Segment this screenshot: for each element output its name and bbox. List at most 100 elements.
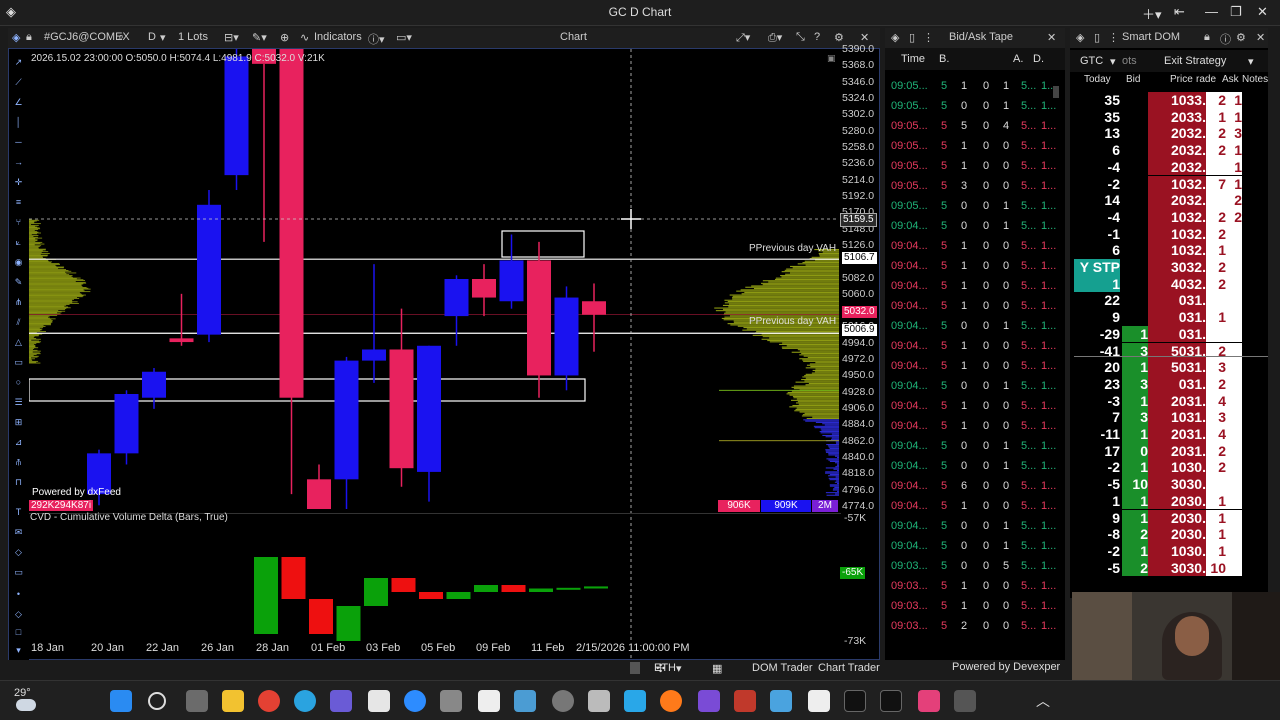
dom-lock-icon[interactable]: ▯ <box>1094 31 1100 44</box>
dom-col-notes[interactable]: Notes <box>1242 74 1268 85</box>
note-tool-icon[interactable]: ✉ <box>13 527 24 538</box>
dom-lock2-icon[interactable]: 🔒︎ <box>1204 31 1210 44</box>
lots-select[interactable]: 1 Lots <box>178 31 208 43</box>
app-icon-3[interactable] <box>588 690 610 712</box>
arrow-tool-icon[interactable]: → <box>13 157 24 168</box>
cloud-icon[interactable] <box>16 699 36 711</box>
tape-row[interactable]: 09:05... 5 1 0 1 5... 1... <box>891 76 1041 96</box>
dom-row[interactable]: 9 031. 1 <box>1074 309 1240 326</box>
dom-row[interactable]: 6 1032. 1 <box>1074 242 1240 259</box>
tape-col-time[interactable]: Time <box>901 53 925 65</box>
cross-tool-icon[interactable]: ✛ <box>13 177 24 188</box>
dom-row[interactable]: Y STP 3032. 2 <box>1074 259 1240 276</box>
tape-row[interactable]: 09:04... 5 1 0 0 5... 1... <box>891 356 1041 376</box>
firefox-icon[interactable] <box>660 690 682 712</box>
tape-row[interactable]: 09:04... 5 1 0 0 5... 1... <box>891 236 1041 256</box>
period-select[interactable]: D <box>148 31 156 43</box>
session-select[interactable]: ETH <box>654 662 676 674</box>
trading-platform-icon[interactable] <box>624 690 646 712</box>
tape-row[interactable]: 09:03... 5 0 0 5 5... 1... <box>891 556 1041 576</box>
tape-row[interactable]: 09:04... 5 1 0 0 5... 1... <box>891 416 1041 436</box>
pin-icon[interactable]: ⇤ <box>1174 4 1185 20</box>
dom-info-icon[interactable]: ⓘ <box>1220 31 1231 47</box>
horizontal-line-tool-icon[interactable]: ─ <box>13 137 24 148</box>
template-icon[interactable]: ▭▾ <box>396 31 412 44</box>
dom-row[interactable]: -5 10 3030. <box>1074 476 1240 493</box>
tape-row[interactable]: 09:04... 5 6 0 0 5... 1... <box>891 476 1041 496</box>
dom-row[interactable]: 20 1 5031. 3 <box>1074 359 1240 376</box>
dom-row[interactable]: -4 2032. 1 <box>1074 159 1240 176</box>
tape-col-a[interactable]: A. <box>1013 53 1023 65</box>
dom-row[interactable]: -2 1 1030. 2 <box>1074 459 1240 476</box>
expand-icon[interactable]: ⤡ <box>796 31 805 44</box>
trend-line-tool-icon[interactable]: ⟋ <box>13 77 24 88</box>
app-icon-4[interactable] <box>698 690 720 712</box>
calculator-icon[interactable] <box>514 690 536 712</box>
tif-chevron-icon[interactable]: ▾ <box>1110 55 1116 68</box>
gann-tool-icon[interactable]: ⊿ <box>13 437 24 448</box>
period-chevron-icon[interactable]: ▾ <box>160 31 166 44</box>
dom-trader-tab[interactable]: DOM Trader <box>752 662 813 674</box>
start-icon[interactable] <box>110 690 132 712</box>
app-icon-2[interactable] <box>552 690 574 712</box>
triangle-tool-icon[interactable]: △ <box>13 337 24 348</box>
dom-row[interactable]: 6 2032. 2 1 <box>1074 142 1240 159</box>
dom-row[interactable]: 1 4032. 2 <box>1074 276 1240 293</box>
pitchfork-tool-icon[interactable]: ⫚ <box>13 457 24 468</box>
tape-row[interactable]: 09:04... 5 1 0 0 5... 1... <box>891 276 1041 296</box>
tape-row[interactable]: 09:04... 5 0 0 1 5... 1... <box>891 536 1041 556</box>
text-tool-icon[interactable]: T <box>13 507 24 518</box>
dom-row[interactable]: 35 2033. 1 1 <box>1074 109 1240 126</box>
dom-row[interactable]: -2 1032. 7 1 <box>1074 176 1240 193</box>
tape-row[interactable]: 09:05... 5 1 0 0 5... 1... <box>891 156 1041 176</box>
tape-row[interactable]: 09:04... 5 1 0 0 5... 1... <box>891 256 1041 276</box>
dom-row[interactable]: 23 3 031. 2 <box>1074 376 1240 393</box>
tape-row[interactable]: 09:04... 5 0 0 1 5... 1... <box>891 216 1041 236</box>
close-icon[interactable]: ✕ <box>1257 4 1268 20</box>
app-icon-5[interactable] <box>770 690 792 712</box>
dom-menu-icon[interactable]: ⋮ <box>1108 31 1119 44</box>
capcut-icon[interactable] <box>368 690 390 712</box>
strategy-chevron-icon[interactable]: ▾ <box>1248 55 1254 68</box>
tape-menu-icon[interactable]: ⋮ <box>923 31 934 44</box>
label-tool-icon[interactable]: ◇ <box>13 547 24 558</box>
tape-lock-icon[interactable]: ▯ <box>909 31 915 44</box>
indicators-icon[interactable]: ∿ <box>300 31 309 44</box>
dom-row[interactable]: -3 1 2031. 4 <box>1074 393 1240 410</box>
dom-row[interactable]: 1 1 2030. 1 <box>1074 493 1240 510</box>
channel-tool-icon[interactable]: ≡ <box>13 197 24 208</box>
tape-row[interactable]: 09:04... 5 0 0 1 5... 1... <box>891 516 1041 536</box>
circle-tool-icon[interactable]: ○ <box>13 377 24 388</box>
symbol-label[interactable]: #GCJ6@COMEX <box>44 31 130 43</box>
zoom-icon-taskbar[interactable] <box>404 690 426 712</box>
tiktok-icon[interactable] <box>880 690 902 712</box>
minimize-icon[interactable]: — <box>1205 4 1218 19</box>
tape-row[interactable]: 09:05... 5 3 0 0 5... 1... <box>891 176 1041 196</box>
brush-tool-icon[interactable]: ✎ <box>13 277 24 288</box>
pattern-tool-icon[interactable]: ⫽ <box>13 317 24 328</box>
dom-row[interactable]: -11 1 2031. 4 <box>1074 426 1240 443</box>
file-icon[interactable] <box>808 690 830 712</box>
task-view-icon[interactable] <box>186 690 208 712</box>
link-icon[interactable]: ⤢▾ <box>736 31 750 45</box>
tape-row[interactable]: 09:03... 5 2 0 0 5... 1... <box>891 616 1041 636</box>
chart-options-icon[interactable]: ▣ <box>827 53 836 64</box>
tape-row[interactable]: 09:05... 5 0 0 1 5... 1... <box>891 196 1041 216</box>
app-icon-1[interactable] <box>440 690 462 712</box>
scroll-handle[interactable] <box>630 662 640 674</box>
add-icon[interactable]: ＋▾ <box>1142 4 1162 23</box>
camera-icon[interactable]: ⎙▾ <box>768 31 782 45</box>
dom-row[interactable]: 9 1 2030. 1 <box>1074 510 1240 527</box>
dom-col-today[interactable]: Today <box>1084 74 1111 85</box>
dot-tool-icon[interactable]: • <box>13 589 24 600</box>
weather-widget[interactable]: 29° <box>14 687 31 699</box>
dom-col-price[interactable]: Price <box>1170 74 1193 85</box>
dom-row[interactable]: -5 2 3030. 10 <box>1074 560 1240 577</box>
dom-row[interactable]: 22 031. <box>1074 292 1240 309</box>
tape-row[interactable]: 09:03... 5 1 0 0 5... 1... <box>891 576 1041 596</box>
cursor-tool-icon[interactable]: ↗ <box>13 57 24 68</box>
dom-col-bid[interactable]: Bid <box>1126 74 1140 85</box>
callout-tool-icon[interactable]: ▭ <box>13 567 24 578</box>
grid-tool-icon[interactable]: ⊞ <box>13 417 24 428</box>
dom-row[interactable]: -1 1032. 2 <box>1074 226 1240 243</box>
